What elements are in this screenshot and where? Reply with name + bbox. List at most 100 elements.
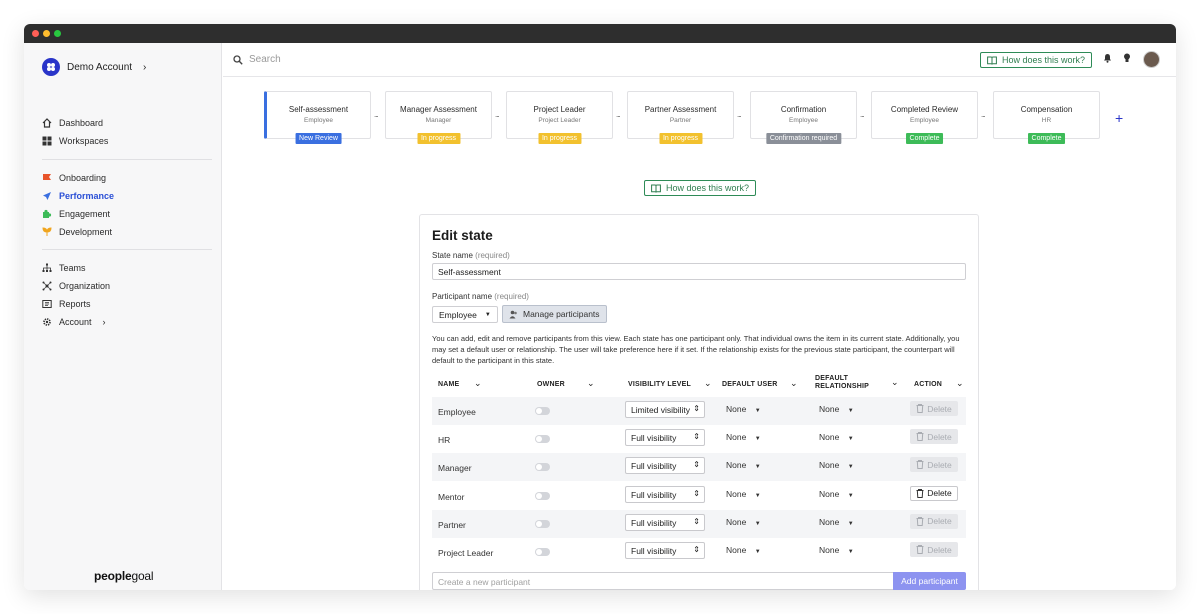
- stage-card[interactable]: Compensation HR Complete: [993, 91, 1100, 144]
- stage-card[interactable]: Manager Assessment Manager In progress: [385, 91, 492, 144]
- default-user-select[interactable]: None ▼: [726, 404, 761, 414]
- owner-toggle[interactable]: [535, 463, 550, 472]
- visibility-select[interactable]: Full visibility ⇕: [625, 485, 705, 503]
- search-input[interactable]: Search: [233, 54, 281, 65]
- stage-card[interactable]: Self-assessment Employee New Review: [264, 91, 371, 144]
- owner-toggle[interactable]: [535, 491, 550, 500]
- chevron-down-icon: ⌄: [587, 378, 595, 388]
- minimize-window-dot[interactable]: [43, 30, 50, 37]
- visibility-select[interactable]: Limited visibility ⇕: [625, 401, 705, 418]
- trash-icon: [916, 516, 924, 526]
- column-header[interactable]: OWNER ⌄: [537, 378, 595, 388]
- bell-icon[interactable]: [1103, 53, 1112, 66]
- stage-connector: ...: [495, 110, 500, 119]
- visibility-value: Limited visibility: [631, 405, 691, 415]
- org-tree-icon: [42, 263, 52, 273]
- default-relationship-select[interactable]: None ▼: [819, 432, 854, 442]
- default-relationship-select[interactable]: None ▼: [819, 460, 854, 470]
- stage-status-badge: New Review: [295, 133, 342, 144]
- account-switcher[interactable]: Demo Account ›: [42, 58, 146, 76]
- owner-toggle[interactable]: [535, 435, 550, 444]
- column-header[interactable]: DEFAULT RELATIONSHIP ⌄: [815, 375, 899, 391]
- maximize-window-dot[interactable]: [54, 30, 61, 37]
- delete-button[interactable]: Delete: [910, 457, 958, 473]
- default-relationship-select[interactable]: None ▼: [819, 404, 854, 414]
- chevron-down-icon: ⌄: [790, 378, 798, 388]
- visibility-select[interactable]: Full visibility ⇕: [625, 429, 705, 447]
- sidebar-item-organization[interactable]: Organization: [42, 281, 110, 291]
- new-participant-input[interactable]: Create a new participant: [432, 572, 894, 590]
- default-user-select[interactable]: None ▼: [726, 460, 761, 470]
- sidebar-item-workspaces[interactable]: Workspaces: [42, 136, 108, 146]
- delete-button[interactable]: Delete: [910, 401, 958, 416]
- add-participant-button[interactable]: Add participant: [893, 572, 966, 590]
- column-header-label: NAME: [438, 381, 460, 388]
- default-relationship-select[interactable]: None ▼: [819, 545, 854, 555]
- stage-card[interactable]: Project Leader Project Leader In progres…: [506, 91, 613, 144]
- owner-toggle[interactable]: [535, 548, 550, 556]
- select-arrows-icon: ⇕: [691, 432, 700, 442]
- sidebar-divider: [42, 159, 212, 160]
- visibility-select[interactable]: Full visibility ⇕: [625, 542, 705, 559]
- sidebar-item-label: Dashboard: [59, 118, 104, 128]
- delete-button[interactable]: Delete: [910, 429, 958, 445]
- add-stage-button[interactable]: +: [1115, 110, 1123, 126]
- stage-card[interactable]: Partner Assessment Partner In progress: [627, 91, 734, 144]
- column-header[interactable]: VISIBILITY LEVEL ⌄: [628, 378, 712, 388]
- delete-button[interactable]: Delete: [910, 485, 958, 501]
- lightbulb-icon[interactable]: [1123, 53, 1131, 66]
- sidebar: Demo Account › Dashboard Workspaces Onbo…: [24, 43, 222, 590]
- sidebar-item-label: Workspaces: [59, 136, 109, 146]
- column-header[interactable]: ACTION ⌄: [914, 378, 964, 388]
- visibility-value: Full visibility: [631, 489, 677, 500]
- sidebar-item-performance[interactable]: Performance: [42, 191, 114, 201]
- delete-button[interactable]: Delete: [910, 542, 958, 557]
- default-relationship-select[interactable]: None ▼: [819, 517, 854, 527]
- sidebar-item-dashboard[interactable]: Dashboard: [42, 118, 103, 128]
- manage-participants-button[interactable]: Manage participants: [502, 305, 607, 323]
- sidebar-item-reports[interactable]: Reports: [42, 299, 91, 309]
- sprout-icon: [42, 227, 52, 237]
- default-relationship-select[interactable]: None ▼: [819, 489, 854, 499]
- delete-button[interactable]: Delete: [910, 513, 958, 529]
- how-does-this-work-label: How does this work?: [666, 183, 750, 193]
- book-icon: [987, 56, 997, 65]
- column-header[interactable]: NAME ⌄: [438, 378, 482, 388]
- sidebar-item-development[interactable]: Development: [42, 227, 112, 237]
- stage-card[interactable]: Completed Review Employee Complete: [871, 91, 978, 144]
- brand-logo-light: goal: [131, 569, 154, 583]
- visibility-select[interactable]: Full visibility ⇕: [625, 457, 705, 475]
- column-header[interactable]: DEFAULT USER ⌄: [722, 378, 798, 388]
- default-user-select[interactable]: None ▼: [726, 432, 761, 442]
- participant-name: HR: [438, 435, 451, 446]
- close-window-dot[interactable]: [32, 30, 39, 37]
- stage-connector: ...: [860, 110, 865, 119]
- sidebar-item-onboarding[interactable]: Onboarding: [42, 173, 106, 183]
- owner-toggle[interactable]: [535, 407, 550, 415]
- network-icon: [42, 281, 52, 291]
- stage-card[interactable]: Confirmation Employee Confirmation requi…: [750, 91, 857, 144]
- how-does-this-work-button[interactable]: How does this work?: [644, 180, 757, 196]
- how-does-this-work-button[interactable]: How does this work?: [979, 52, 1092, 68]
- visibility-select[interactable]: Full visibility ⇕: [625, 513, 705, 531]
- sidebar-item-teams[interactable]: Teams: [42, 263, 86, 273]
- default-user-select[interactable]: None ▼: [726, 545, 761, 555]
- default-user-select[interactable]: None ▼: [726, 489, 761, 499]
- state-name-input[interactable]: Self-assessment: [432, 263, 966, 280]
- sidebar-item-account[interactable]: Account ›: [42, 317, 106, 327]
- default-user-select[interactable]: None ▼: [726, 517, 761, 527]
- stage-connector: ...: [616, 110, 621, 119]
- brand-logo-bold: people: [94, 569, 132, 583]
- user-avatar[interactable]: [1143, 51, 1160, 68]
- participant-select[interactable]: Employee ▼: [432, 306, 498, 323]
- table-row: Mentor Full visibility ⇕ None ▼ None ▼ De…: [432, 482, 966, 510]
- participant-name: Employee: [438, 407, 476, 417]
- stage-status-badge: Confirmation required: [765, 133, 842, 144]
- owner-toggle[interactable]: [535, 519, 550, 528]
- select-arrows-icon: ⇕: [691, 404, 700, 413]
- stage-role: HR: [1041, 117, 1052, 124]
- chevron-down-icon: ⌄: [891, 377, 899, 387]
- stage-name: Compensation: [1020, 105, 1073, 114]
- sidebar-item-engagement[interactable]: Engagement: [42, 209, 110, 219]
- brand-logo: peoplegoal: [94, 569, 154, 583]
